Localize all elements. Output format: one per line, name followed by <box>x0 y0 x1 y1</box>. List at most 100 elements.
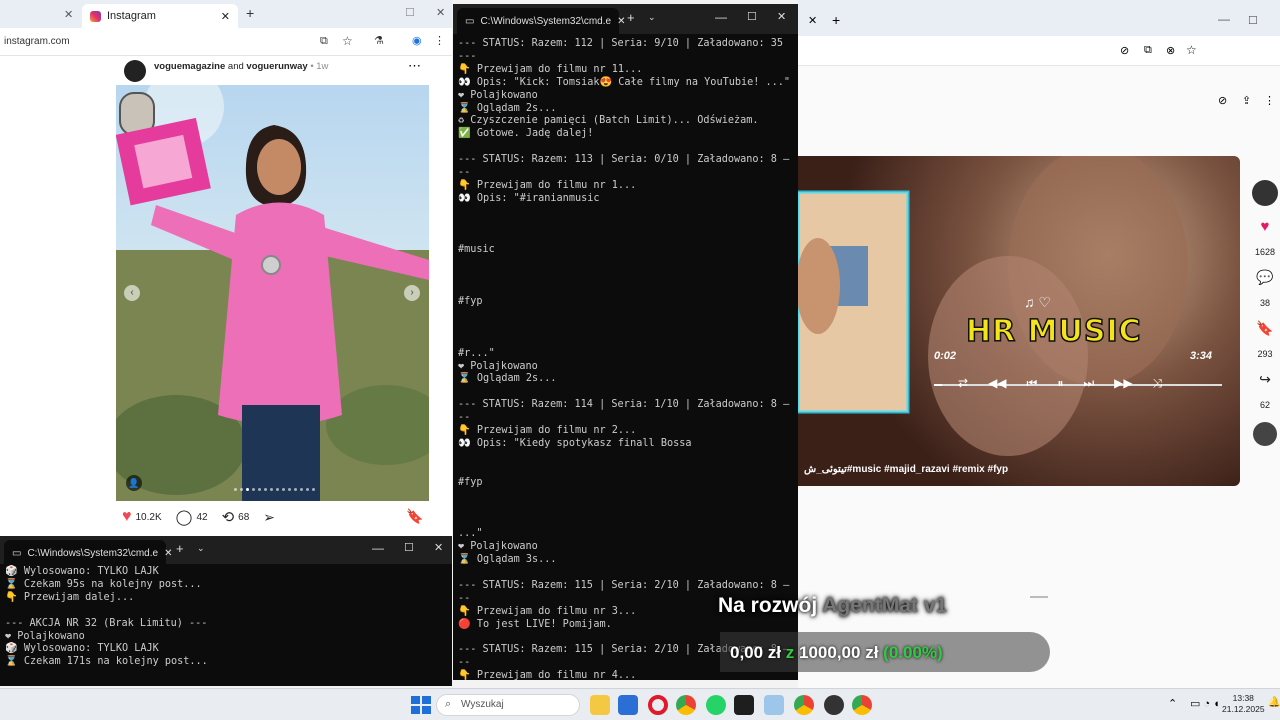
tray-icons[interactable]: ▭ ◔ ◖ <box>1190 697 1220 710</box>
donation-bar: 0,00 zł z 1000,00 zł (0.00%) <box>720 632 1050 672</box>
minimize-icon[interactable]: — <box>372 541 384 555</box>
cmd-output[interactable]: 🎲 Wylosowano: TYLKO LAJK ⌛ Czekam 95s na … <box>5 566 448 669</box>
share-icon[interactable]: ➢ <box>263 509 275 526</box>
notepad-icon[interactable] <box>764 695 784 715</box>
file-explorer-icon[interactable] <box>590 695 610 715</box>
cmd-tab[interactable]: ▭ C:\Windows\System32\cmd.e ✕ <box>4 540 172 566</box>
extensions-icon[interactable]: ⚗ <box>374 34 384 47</box>
post-header: voguemagazine and voguerunway • 1w <box>154 61 328 72</box>
donation-heading: Na rozwój AgentMat v1 <box>718 594 947 618</box>
close-window-icon[interactable]: ✕ <box>777 10 786 23</box>
close-tab-icon[interactable]: ✕ <box>64 8 73 21</box>
author-link[interactable]: voguemagazine <box>154 61 225 72</box>
previous-icon[interactable]: ⏮ <box>1027 376 1038 391</box>
share-page-icon[interactable]: ⇪ <box>1242 94 1251 107</box>
close-window-icon[interactable]: ✕ <box>434 541 443 554</box>
chevron-down-icon[interactable]: ⌄ <box>648 12 656 23</box>
new-tab-icon[interactable]: + <box>832 12 840 28</box>
cmd-line: ♻ Czyszczenie pamięci (Batch Limit)... O… <box>458 115 759 127</box>
cmd-tab[interactable]: ▭ C:\Windows\System32\cmd.e ✕ <box>457 8 625 34</box>
music-decor-icon: ♫ ♡ <box>1024 294 1051 310</box>
like-count: 10.2K <box>135 511 162 523</box>
chevron-down-icon[interactable]: ⌄ <box>197 543 205 554</box>
install-app-icon[interactable]: ⧉ <box>320 35 328 48</box>
opera-icon[interactable] <box>648 695 668 715</box>
close-tab-icon[interactable]: ✕ <box>221 10 230 23</box>
creator-avatar[interactable] <box>1252 180 1278 206</box>
cmd-line: 👀 Opis: "Kiedy spotykasz finall Bossa <box>458 437 692 449</box>
bookmark-star-icon[interactable]: ☆ <box>342 34 353 48</box>
bookmark-star-icon[interactable]: ☆ <box>1186 43 1197 57</box>
terminal-icon[interactable] <box>734 695 754 715</box>
close-tab-icon[interactable]: ✕ <box>808 14 817 27</box>
comment-icon[interactable]: ◯ <box>176 508 193 526</box>
minimize-icon[interactable]: — <box>715 10 727 24</box>
cmd-window-main: ▭ C:\Windows\System32\cmd.e ✕ + ⌄ — ☐ ✕ … <box>453 4 798 683</box>
tray-chevron-icon[interactable]: ⌃ <box>1168 697 1177 710</box>
cmd-line <box>458 322 794 335</box>
maximize-icon[interactable]: ☐ <box>1248 14 1258 27</box>
cast-icon[interactable]: ⧉ <box>1144 44 1152 57</box>
close-window-icon[interactable]: ✕ <box>436 6 445 19</box>
carousel-prev-icon[interactable]: ‹ <box>124 285 140 301</box>
more-options-icon[interactable]: ⋯ <box>408 58 421 74</box>
whatsapp-icon[interactable] <box>706 695 726 715</box>
chrome-profile-icon[interactable] <box>794 695 814 715</box>
coauthor-link[interactable]: voguerunway <box>246 61 307 72</box>
carousel-next-icon[interactable]: › <box>404 285 420 301</box>
close-tab-icon[interactable]: ✕ <box>617 16 625 27</box>
repeat-off-icon[interactable]: ⤨ <box>1153 376 1163 391</box>
rewind-icon[interactable]: ◀◀ <box>988 376 1006 391</box>
profile-icon[interactable]: ◉ <box>412 34 422 47</box>
music-disc-icon[interactable] <box>1253 422 1277 446</box>
heart-icon[interactable]: ♥ <box>1261 218 1270 235</box>
notifications-icon[interactable]: 🔔 <box>1268 697 1280 708</box>
donation-progress-text: 0,00 zł z 1000,00 zł (0.00%) <box>730 643 943 663</box>
next-icon[interactable]: ⏭ <box>1083 376 1094 391</box>
address-bar[interactable]: instagram.com ⧉ ☆ ⚗ ◉ ⋮ <box>0 28 452 56</box>
post-actions: ♥ 10.2K ◯ 42 ⟲ 68 ➢ <box>122 508 275 526</box>
share-icon[interactable]: ↪ <box>1259 371 1271 388</box>
maximize-icon[interactable]: ☐ <box>404 541 414 554</box>
avatar[interactable] <box>124 60 146 82</box>
eye-off-icon[interactable]: ⊘ <box>1120 44 1129 57</box>
menu-icon[interactable]: ⋮ <box>1264 94 1275 107</box>
new-tab-icon[interactable]: + <box>627 10 635 25</box>
video-player[interactable]: HR MUSIC ♫ ♡ 0:02 3:34 ⇄ ◀◀ ⏮ ⏸ ⏭ ▶▶ ⤨ ت… <box>798 156 1240 486</box>
time-current: 0:02 <box>934 350 957 362</box>
cmd-line <box>458 232 794 245</box>
minimize-icon[interactable]: — <box>1218 12 1230 26</box>
cmd-line <box>458 335 794 348</box>
menu-icon[interactable]: ⋮ <box>434 34 445 47</box>
comment-icon[interactable]: 💬 <box>1256 269 1273 286</box>
save-bookmark-icon[interactable]: 🔖 <box>406 508 423 525</box>
app-icon[interactable] <box>824 695 844 715</box>
taskbar-search[interactable]: ⌕ Wyszukaj <box>436 694 580 716</box>
cmd-line <box>458 502 794 515</box>
new-tab-icon[interactable]: + <box>246 5 254 21</box>
link-icon[interactable]: ⊘ <box>1218 94 1227 107</box>
visibility-icon[interactable]: ⊗ <box>1166 44 1175 57</box>
tagged-user-icon[interactable]: 👤 <box>126 475 142 491</box>
post-image[interactable]: ‹ › 👤 <box>116 85 429 501</box>
heart-icon[interactable]: ♥ <box>122 508 132 526</box>
cmd-line: ❤ Polajkowano <box>458 89 538 101</box>
tab-instagram[interactable]: Instagram ✕ <box>82 4 238 28</box>
clock[interactable]: 13:38 21.12.2025 <box>1222 693 1265 715</box>
new-tab-icon[interactable]: + <box>176 541 184 556</box>
chrome-second-icon[interactable] <box>852 695 872 715</box>
chrome-icon[interactable] <box>676 695 696 715</box>
store-icon[interactable] <box>618 695 638 715</box>
shuffle-icon[interactable]: ⇄ <box>958 376 968 391</box>
close-tab-icon[interactable]: ✕ <box>164 548 172 559</box>
pause-icon[interactable]: ⏸ <box>1057 376 1063 391</box>
bookmark-icon[interactable]: 🔖 <box>1256 320 1273 337</box>
maximize-icon[interactable]: ☐ <box>747 10 757 23</box>
maximize-icon[interactable]: ☐ <box>405 6 415 19</box>
repost-icon[interactable]: ⟲ <box>222 508 235 526</box>
heading-dim: AgentMat v1 <box>822 594 948 617</box>
windows-start-icon[interactable] <box>410 695 431 715</box>
fast-forward-icon[interactable]: ▶▶ <box>1114 376 1132 391</box>
cmd-output[interactable]: --- STATUS: Razem: 112 | Seria: 9/10 | Z… <box>458 38 794 683</box>
cmd-line: ❤ Polajkowano <box>458 541 538 553</box>
